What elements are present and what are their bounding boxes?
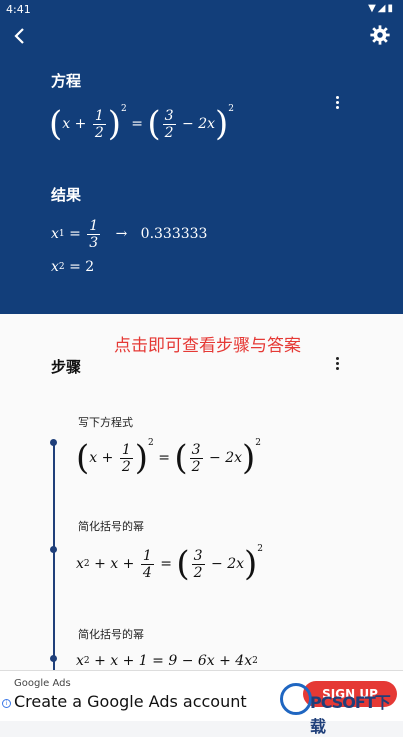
settings-gear-icon[interactable]	[369, 24, 391, 46]
status-bar: 4:41 ▼◢▮	[0, 0, 403, 18]
ad-headline[interactable]: Create a Google Ads account	[14, 692, 247, 711]
steps-timeline	[53, 440, 55, 670]
result-x2: x2 = 2	[51, 259, 95, 275]
step-dot	[50, 655, 57, 662]
watermark-logo: PCSOFT下载	[280, 683, 400, 736]
step-label: 简化括号的幂	[78, 628, 144, 641]
step-label: 写下方程式	[78, 416, 133, 429]
ad-info-icon[interactable]: i	[2, 699, 11, 708]
step-1-expression: ( x + 12 ) 2 = ( 32 − 2x ) 2	[76, 438, 262, 478]
back-arrow-icon[interactable]	[10, 26, 30, 46]
step-label: 简化括号的幂	[78, 520, 144, 533]
step-dot	[50, 439, 57, 446]
step-dot	[50, 546, 57, 553]
equation-title: 方程	[51, 72, 82, 90]
status-time: 4:41	[6, 3, 31, 16]
status-icons: ▼◢▮	[368, 3, 395, 14]
steps-more-icon[interactable]	[334, 357, 340, 373]
step-2-expression: x2 + x + 14 = ( 32 − 2x ) 2	[76, 544, 264, 584]
ad-provider: Google Ads	[14, 678, 71, 689]
equation-expression: ( x + 12 ) 2 = ( 32 − 2x ) 2	[49, 104, 235, 144]
header-panel: 4:41 ▼◢▮ 方程 ( x + 12 ) 2 = ( 32 − 2x ) 2 结…	[0, 0, 403, 314]
result-title: 结果	[51, 186, 82, 204]
result-x1: x1 = 13 → 0.333333	[51, 217, 208, 251]
step-3-expression: x2 + x + 1 = 9 − 6x + 4x 2	[76, 653, 258, 669]
hint-text: 点击即可查看步骤与答案	[114, 336, 301, 356]
steps-title: 步骤	[51, 358, 82, 376]
equation-more-icon[interactable]	[334, 96, 340, 112]
